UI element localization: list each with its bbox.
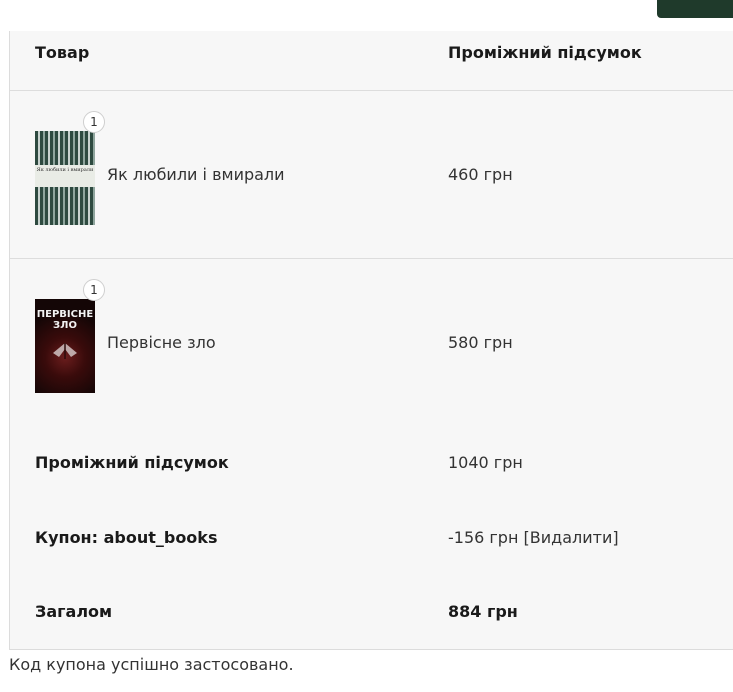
subtotal-label: Проміжний підсумок	[35, 453, 229, 472]
product-thumbnail: Як любили і вмирали	[35, 131, 95, 225]
product-thumbnail: ПЕРВІСНЕ ЗЛО	[35, 299, 95, 393]
order-review-table: Товар Проміжний підсумок Як любили і вми…	[9, 31, 733, 650]
coupon-row-value: -156 грн [Видалити]	[448, 528, 619, 547]
subtotal-value: 1040 грн	[448, 453, 523, 472]
product-name: Як любили і вмирали	[107, 165, 285, 184]
header-divider	[10, 90, 733, 91]
coupon-success-notice: Код купона успішно застосовано.	[9, 655, 294, 674]
coupon-label: Купон: about_books	[35, 528, 218, 547]
coupon-discount-value: -156 грн	[448, 528, 519, 547]
moth-icon	[53, 343, 77, 359]
row-divider	[10, 258, 733, 259]
header-product: Товар	[35, 43, 90, 62]
top-action-button[interactable]	[657, 0, 733, 18]
cover-title-band: Як любили і вмирали	[35, 165, 95, 187]
total-label: Загалом	[35, 602, 113, 621]
cover-title: ПЕРВІСНЕ ЗЛО	[36, 309, 94, 331]
product-price: 580 грн	[448, 333, 513, 352]
product-name: Первісне зло	[107, 333, 216, 352]
header-subtotal: Проміжний підсумок	[448, 43, 642, 62]
product-price: 460 грн	[448, 165, 513, 184]
header-strip	[0, 0, 733, 32]
remove-coupon-link[interactable]: [Видалити]	[524, 528, 619, 547]
quantity-badge: 1	[83, 279, 105, 301]
total-value: 884 грн	[448, 602, 518, 621]
quantity-badge: 1	[83, 111, 105, 133]
